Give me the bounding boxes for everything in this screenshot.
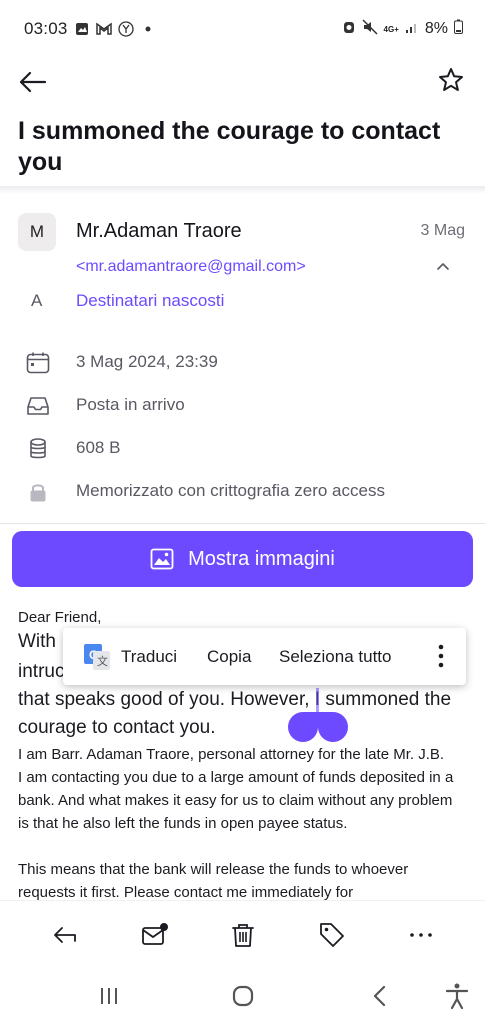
sender-email-address[interactable]: <mr.adamantraore@gmail.com>	[76, 258, 306, 276]
body-line-1: With	[18, 631, 56, 652]
select-all-menu-item[interactable]: Seleziona tutto	[279, 647, 391, 667]
back-button[interactable]	[18, 68, 48, 96]
email-subject: I summoned the courage to contact you	[18, 117, 441, 176]
copy-menu-item[interactable]: Copia	[207, 647, 251, 667]
image-icon	[150, 548, 174, 570]
svg-text:文: 文	[97, 654, 108, 668]
database-icon	[30, 438, 46, 459]
battery-icon	[454, 19, 463, 39]
gmail-notification-icon	[95, 21, 112, 37]
trash-icon[interactable]	[229, 921, 257, 949]
more-vertical-icon[interactable]	[438, 644, 444, 668]
star-button[interactable]	[437, 66, 465, 94]
body-line-4: courage to contact you.	[18, 717, 216, 738]
mark-unread-icon[interactable]	[141, 921, 169, 949]
yahoo-notification-icon	[117, 21, 134, 37]
email-size: 608 B	[76, 438, 121, 457]
section-divider	[0, 523, 485, 524]
dot-notification-icon	[140, 21, 156, 37]
translate-menu-item[interactable]: Traduci	[121, 647, 177, 667]
show-images-label: Mostra immagini	[188, 547, 335, 570]
more-icon[interactable]	[407, 921, 435, 949]
selection-handle-right[interactable]	[318, 712, 348, 742]
body-para-line: I am Barr. Adaman Traore, personal attor…	[18, 746, 445, 763]
system-nav-bar	[0, 968, 485, 1023]
signal-icon	[405, 20, 419, 39]
star-icon	[439, 68, 463, 91]
sender-name[interactable]: Mr.Adaman Traore	[76, 220, 242, 243]
lock-icon	[30, 484, 46, 502]
collapse-details-button[interactable]	[435, 259, 451, 275]
mute-icon	[362, 18, 378, 40]
recent-apps-icon[interactable]	[95, 982, 123, 1010]
back-arrow-icon	[19, 71, 47, 93]
email-action-bar	[0, 900, 485, 968]
home-icon[interactable]	[229, 982, 257, 1010]
google-translate-icon: G 文	[84, 644, 110, 670]
meta-row-folder: Posta in arrivo	[0, 391, 485, 421]
status-bar: 03:03 4G+ 8%	[0, 0, 485, 58]
battery-level: 8%	[424, 20, 448, 37]
body-para-line: is that he also left the funds in open p…	[18, 815, 348, 832]
nav-back-icon[interactable]	[366, 982, 394, 1010]
top-app-bar	[0, 58, 485, 106]
subject-divider	[0, 186, 485, 194]
encryption-info: Memorizzato con crittografia zero access	[76, 481, 385, 500]
body-greeting: Dear Friend,	[18, 609, 102, 626]
meta-row-size: 608 B	[0, 434, 485, 464]
gallery-notification-icon	[74, 21, 90, 37]
email-folder: Posta in arrivo	[76, 395, 185, 414]
show-images-button[interactable]: Mostra immagini	[12, 531, 473, 587]
body-para-line: I am contacting you due to a large amoun…	[18, 769, 454, 786]
network-type: 4G+	[383, 24, 399, 34]
calendar-icon	[26, 352, 50, 374]
recipients-label[interactable]: Destinatari nascosti	[76, 291, 224, 311]
recipient-avatar: A	[31, 291, 43, 310]
text-selection-menu: G 文 Traduci Copia Seleziona tutto	[63, 628, 466, 685]
body-para-line: bank. And what makes it easy for us to c…	[18, 792, 453, 809]
meta-row-encryption: Memorizzato con crittografia zero access	[0, 477, 485, 507]
selection-cursor	[316, 688, 319, 714]
chevron-up-icon	[437, 263, 449, 270]
body-line-2: intruc	[18, 661, 65, 682]
body-para-line: This means that the bank will release th…	[18, 861, 409, 878]
reply-icon[interactable]	[51, 921, 79, 949]
body-line-3: that speaks good of you. However, I summ…	[18, 689, 452, 710]
status-time: 03:03	[24, 19, 68, 38]
alarm-icon	[342, 19, 356, 40]
accessibility-icon[interactable]	[443, 982, 471, 1010]
meta-row-date: 3 Mag 2024, 23:39	[0, 348, 485, 378]
email-datetime: 3 Mag 2024, 23:39	[76, 352, 218, 371]
inbox-icon	[27, 397, 49, 415]
sender-avatar[interactable]: M	[18, 213, 56, 251]
email-date-short: 3 Mag	[420, 222, 465, 239]
tag-icon[interactable]	[318, 921, 346, 949]
selection-handle-left[interactable]	[288, 712, 318, 742]
